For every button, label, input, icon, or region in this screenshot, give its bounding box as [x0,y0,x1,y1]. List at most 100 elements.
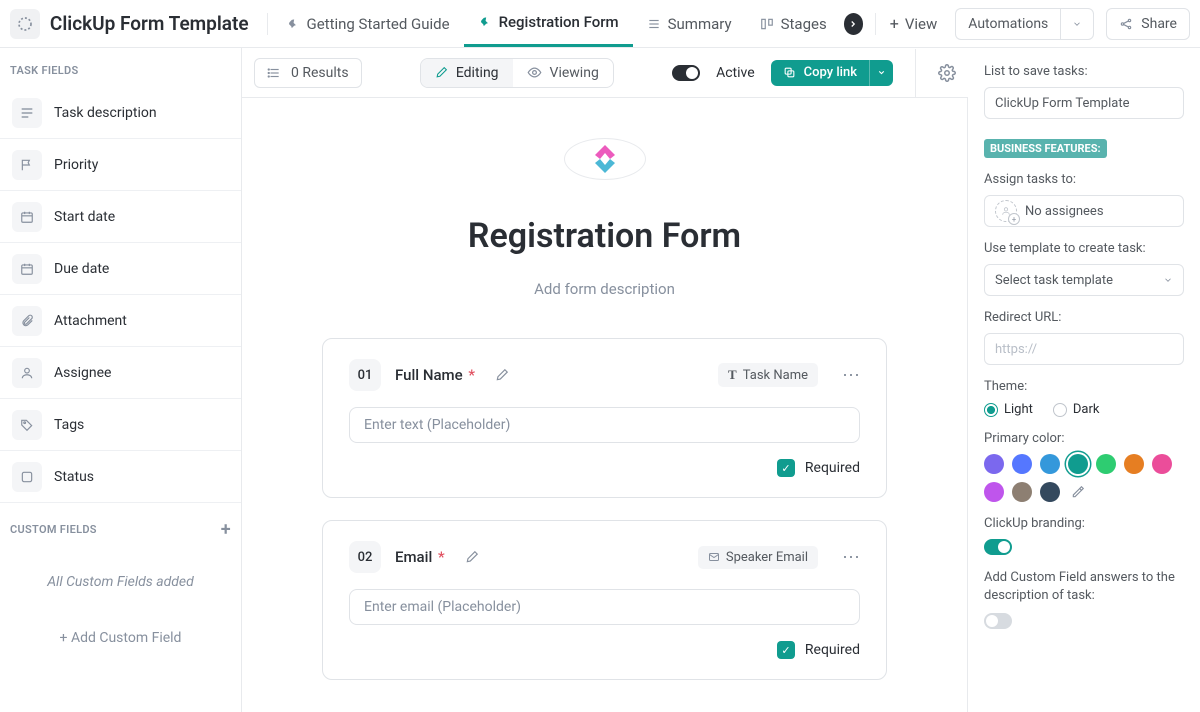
form-field-card[interactable]: 02 Email * Speaker Email ⋯ Enter email (Plac… [322,520,887,680]
business-features-tag: BUSINESS FEATURES: [984,139,1107,158]
tab-registration-form[interactable]: Registration Form [464,0,633,47]
eye-icon [527,65,542,80]
tab-label: Getting Started Guide [307,15,450,33]
sidebar-field-task-description[interactable]: Task description [0,87,241,139]
list-label: List to save tasks: [984,64,1184,79]
sidebar-field-due-date[interactable]: Due date [0,243,241,295]
branding-toggle[interactable] [984,539,1012,555]
color-swatch[interactable] [984,454,1004,474]
sidebar-field-start-date[interactable]: Start date [0,191,241,243]
automations-button[interactable]: Automations [955,8,1060,40]
sidebar-field-status[interactable]: Status [0,451,241,503]
share-button[interactable]: Share [1106,8,1190,40]
list-icon [267,66,281,80]
form-logo[interactable] [564,138,646,180]
field-menu-button[interactable]: ⋯ [842,547,860,568]
viewing-tab[interactable]: Viewing [513,59,613,87]
required-label: Required [805,642,860,658]
assign-label: Assign tasks to: [984,172,1184,187]
copy-icon [783,66,796,79]
list-selector[interactable]: ClickUp Form Template [984,87,1184,119]
tab-summary[interactable]: Summary [633,0,746,47]
color-swatch[interactable] [1040,454,1060,474]
calendar-icon [12,202,42,232]
breadcrumb-home[interactable] [10,9,40,39]
field-menu-button[interactable]: ⋯ [842,365,860,386]
add-custom-field-button[interactable]: + Add Custom Field [0,614,241,662]
scroll-tabs-right-button[interactable] [844,13,863,35]
results-button[interactable]: 0 Results [254,58,362,88]
editing-tab[interactable]: Editing [421,59,513,87]
chevron-down-icon [1163,275,1173,285]
sidebar-item-label: Priority [54,157,98,173]
redirect-input[interactable]: https:// [984,333,1184,365]
gear-icon [938,64,956,82]
edit-label-button[interactable] [495,368,509,382]
field-type-badge[interactable]: TTask Name [718,363,818,387]
field-label[interactable]: Email * [395,548,445,566]
color-swatch[interactable] [1012,482,1032,502]
tab-getting-started[interactable]: Getting Started Guide [272,0,464,47]
theme-dark-radio[interactable]: Dark [1053,402,1100,417]
color-swatch[interactable] [984,482,1004,502]
edit-label-button[interactable] [465,550,479,564]
page-title[interactable]: ClickUp Form Template [50,12,249,35]
sidebar-item-label: Start date [54,209,115,225]
color-picker-button[interactable] [1068,482,1088,502]
required-checkbox[interactable]: ✓ [777,641,795,659]
color-swatch[interactable] [1068,454,1088,474]
pencil-icon [435,66,448,79]
color-swatch[interactable] [1012,454,1032,474]
copy-link-dropdown[interactable] [869,60,893,86]
board-icon [760,17,774,31]
field-number-badge: 02 [349,541,381,573]
sidebar-item-label: Assignee [54,365,111,381]
color-swatch[interactable] [1040,482,1060,502]
form-canvas: Registration Form Add form description 0… [242,98,968,712]
form-title[interactable]: Registration Form [468,216,741,256]
sidebar-field-priority[interactable]: Priority [0,139,241,191]
sidebar-field-assignee[interactable]: Assignee [0,347,241,399]
field-placeholder-input[interactable]: Enter email (Placeholder) [349,589,860,625]
field-label[interactable]: Full Name * [395,366,475,384]
color-swatch[interactable] [1124,454,1144,474]
color-swatch[interactable] [1152,454,1172,474]
sidebar-field-attachment[interactable]: Attachment [0,295,241,347]
active-toggle[interactable] [672,65,700,81]
assignee-selector[interactable]: No assignees [984,195,1184,227]
required-checkbox[interactable]: ✓ [777,459,795,477]
top-bar: ClickUp Form Template Getting Started Gu… [0,0,1200,48]
paperclip-icon [12,306,42,336]
field-placeholder-input[interactable]: Enter text (Placeholder) [349,407,860,443]
field-type-badge[interactable]: Speaker Email [698,546,818,569]
add-view-button[interactable]: +View [890,14,938,33]
add-assignee-icon [995,200,1017,222]
tab-label: Stages [781,15,827,33]
tab-label: Registration Form [499,13,619,31]
settings-panel: List to save tasks: ClickUp Form Templat… [968,48,1200,712]
color-swatch[interactable] [1096,454,1116,474]
automations-dropdown-button[interactable] [1060,8,1094,40]
clickup-logo-icon [585,139,625,179]
theme-light-radio[interactable]: Light [984,402,1033,417]
color-swatches [984,454,1184,502]
form-toolbar: 0 Results Editing Viewing Active Copy [242,48,968,98]
field-number-badge: 01 [349,359,381,391]
sidebar-item-label: Due date [54,261,109,277]
form-description[interactable]: Add form description [534,280,675,298]
copy-link-button[interactable]: Copy link [771,60,869,86]
primary-color-label: Primary color: [984,431,1184,446]
cf-desc-toggle[interactable] [984,613,1012,629]
redirect-label: Redirect URL: [984,310,1184,325]
tag-icon [12,410,42,440]
tab-stages[interactable]: Stages [746,0,832,47]
pin-form-icon [478,15,492,29]
form-settings-button[interactable] [938,64,956,82]
required-label: Required [805,460,860,476]
custom-fields-header: CUSTOM FIELDS + [0,503,241,550]
add-custom-field-icon[interactable]: + [221,519,231,540]
template-selector[interactable]: Select task template [984,264,1184,296]
form-field-card[interactable]: 01 Full Name * TTask Name ⋯ Enter text (Plac… [322,338,887,498]
share-icon [1119,17,1133,31]
sidebar-field-tags[interactable]: Tags [0,399,241,451]
